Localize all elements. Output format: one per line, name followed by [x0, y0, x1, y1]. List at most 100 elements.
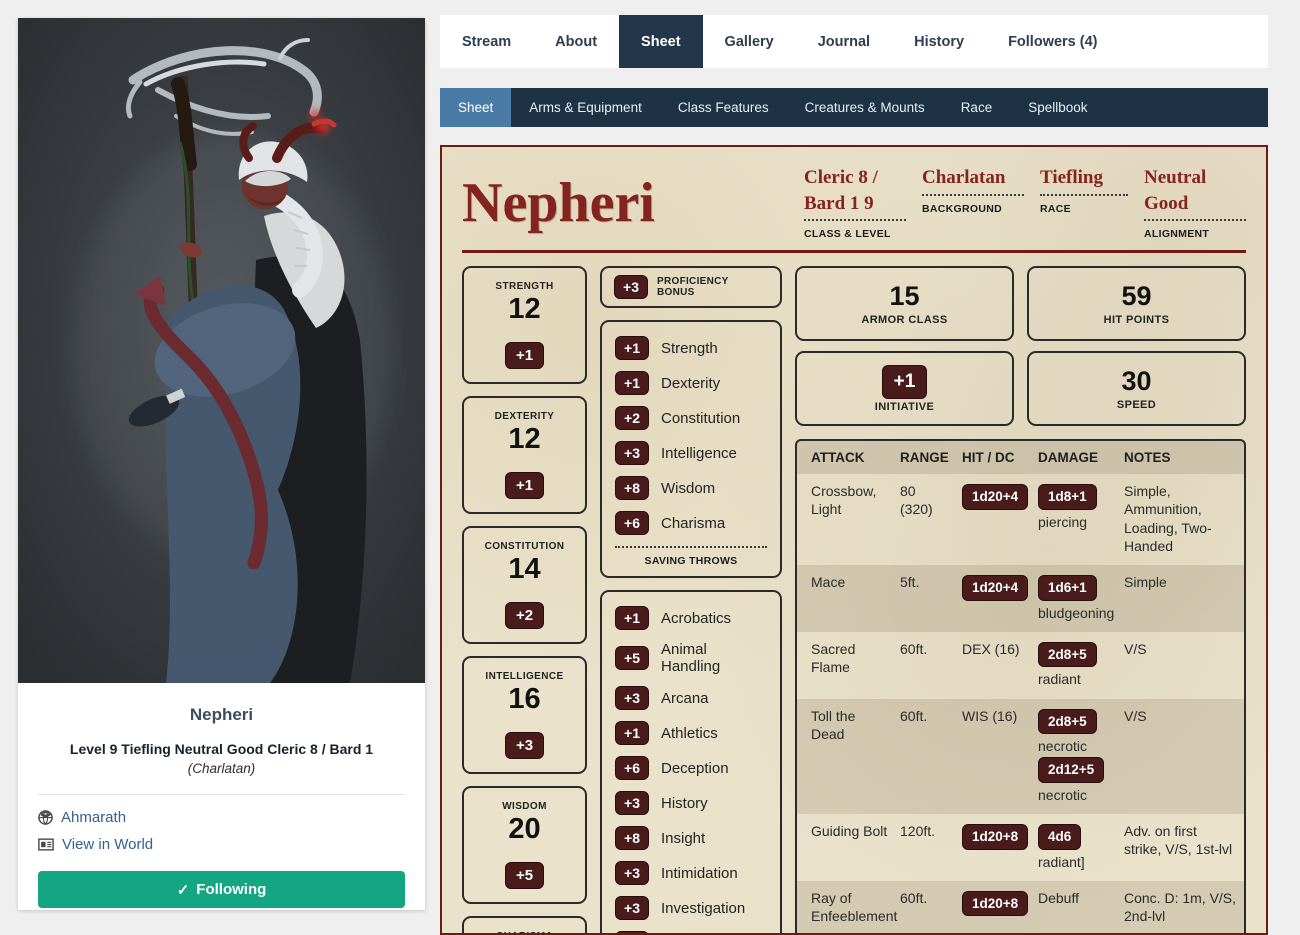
skill-row-deception: +6 Deception [615, 756, 767, 780]
abilities-column: STRENGTH 12 +1 DEXTERITY 12 +1 CONSTITUT… [462, 266, 587, 935]
ability-mod-badge: +1 [505, 342, 544, 369]
world-link-label: Ahmarath [61, 809, 126, 826]
skill-mod-badge: +3 [615, 861, 649, 885]
character-sheet: Nepheri Cleric 8 / Bard 1 9 CLASS & LEVE… [440, 145, 1268, 935]
subtab-race[interactable]: Race [943, 88, 1011, 127]
ability-label: INTELLIGENCE [485, 671, 563, 682]
skill-row-investigation: +3 Investigation [615, 896, 767, 920]
following-button[interactable]: ✓ Following [38, 871, 405, 908]
tab-gallery[interactable]: Gallery [703, 15, 796, 68]
proficiency-label: PROFICIENCY BONUS [657, 276, 768, 298]
view-in-world-link[interactable]: View in World [38, 836, 405, 853]
ability-charisma: CHARISMA [462, 916, 587, 935]
ability-label: STRENGTH [495, 281, 553, 292]
skill-mod-badge: +1 [615, 721, 649, 745]
save-mod-badge: +3 [615, 441, 649, 465]
hit-points-box: 59 HIT POINTS [1027, 266, 1246, 341]
damage-type: radiant [1038, 670, 1112, 688]
attack-name: Crossbow, Light [797, 474, 894, 565]
skills-box: +1 Acrobatics +5 Animal Handling +3 Arca… [600, 590, 782, 935]
skill-name: Animal Handling [661, 641, 767, 675]
subtab-arms-equipment[interactable]: Arms & Equipment [511, 88, 660, 127]
profile-summary: Level 9 Tiefling Neutral Good Cleric 8 /… [38, 741, 405, 757]
subtab-sheet[interactable]: Sheet [440, 88, 511, 127]
hit-points-label: HIT POINTS [1104, 314, 1170, 326]
save-row-strength: +1 Strength [615, 336, 767, 360]
ability-score: 12 [508, 293, 540, 326]
profile-info: Nepheri Level 9 Tiefling Neutral Good Cl… [18, 683, 425, 908]
world-view-icon [38, 838, 54, 851]
ability-score: 16 [508, 683, 540, 716]
save-name: Constitution [661, 410, 740, 427]
tab-sheet[interactable]: Sheet [619, 15, 703, 68]
attack-row-mace: Mace 5ft. 1d20+4 1d6+1 bludgeoning Simpl… [797, 565, 1244, 632]
speed-label: SPEED [1117, 399, 1156, 411]
field-race: Tiefling RACE [1040, 165, 1128, 240]
col-notes: NOTES [1118, 441, 1244, 474]
damage-type: necrotic [1038, 786, 1112, 804]
world-link[interactable]: Ahmarath [38, 809, 405, 826]
alignment-label: ALIGNMENT [1144, 228, 1246, 240]
ability-label: CONSTITUTION [485, 541, 565, 552]
header-rule [462, 250, 1246, 253]
tab-about[interactable]: About [533, 15, 619, 68]
attack-notes: V/S [1118, 632, 1244, 699]
skill-row-animal-handling: +5 Animal Handling [615, 641, 767, 675]
profile-name: Nepheri [38, 705, 405, 725]
damage-type: bludgeoning [1038, 604, 1112, 622]
attack-range: 120ft. [894, 814, 956, 881]
save-row-wisdom: +8 Wisdom [615, 476, 767, 500]
skill-name: Investigation [661, 900, 745, 917]
tab-history[interactable]: History [892, 15, 986, 68]
character-portrait [18, 18, 425, 683]
save-name: Wisdom [661, 480, 715, 497]
proficiency-bonus-box: +3 PROFICIENCY BONUS [600, 266, 782, 308]
skill-mod-badge: +5 [615, 646, 649, 670]
race-value: Tiefling [1040, 165, 1128, 196]
save-name: Charisma [661, 515, 725, 532]
alignment-value: Neutral Good [1144, 165, 1246, 221]
save-mod-badge: +1 [615, 336, 649, 360]
hit-badge: 1d20+8 [962, 891, 1028, 917]
skill-name: History [661, 795, 708, 812]
check-icon: ✓ [177, 881, 190, 899]
skill-mod-badge: +8 [615, 826, 649, 850]
proficiency-badge: +3 [614, 275, 648, 299]
attack-notes: V/S [1118, 699, 1244, 814]
ability-mod-badge: +2 [505, 602, 544, 629]
hit-badge: 1d20+8 [962, 824, 1028, 850]
hit-dc-text: WIS (16) [956, 699, 1032, 814]
attacks-table: ATTACK RANGE HIT / DC DAMAGE NOTES Cross… [797, 441, 1244, 935]
skill-row-athletics: +1 Athletics [615, 721, 767, 745]
skill-mod-badge: +3 [615, 686, 649, 710]
skill-name: Insight [661, 830, 705, 847]
save-row-charisma: +6 Charisma [615, 511, 767, 535]
attack-notes: Conc. D: 1m, V/S, 2nd-lvl [1118, 881, 1244, 935]
tab-stream[interactable]: Stream [440, 15, 533, 68]
skill-name: Arcana [661, 690, 709, 707]
attack-row-sacred-flame: Sacred Flame 60ft. DEX (16) 2d8+5 radian… [797, 632, 1244, 699]
subtab-spellbook[interactable]: Spellbook [1010, 88, 1105, 127]
damage-badge: 4d6 [1038, 824, 1081, 850]
following-label: Following [196, 881, 266, 898]
field-class-level: Cleric 8 / Bard 1 9 CLASS & LEVEL [804, 165, 906, 240]
damage-badge: 1d6+1 [1038, 575, 1097, 601]
sheet-header: Nepheri Cleric 8 / Bard 1 9 CLASS & LEVE… [462, 159, 1246, 240]
attack-name: Guiding Bolt [797, 814, 894, 881]
tab-journal[interactable]: Journal [796, 15, 892, 68]
saving-throws-label: SAVING THROWS [615, 546, 767, 570]
tiefling-portrait-art [18, 18, 425, 683]
attack-range: 60ft. [894, 881, 956, 935]
skill-mod-badge: +5 [615, 931, 649, 935]
skill-row-acrobatics: +1 Acrobatics [615, 606, 767, 630]
tab-followers[interactable]: Followers (4) [986, 15, 1119, 68]
damage-badge: 2d12+5 [1038, 757, 1104, 783]
ability-label: CHARISMA [496, 931, 553, 935]
subtab-creatures-mounts[interactable]: Creatures & Mounts [787, 88, 943, 127]
speed-box: 30 SPEED [1027, 351, 1246, 426]
ability-score: 14 [508, 553, 540, 586]
subtab-class-features[interactable]: Class Features [660, 88, 787, 127]
ability-intelligence: INTELLIGENCE 16 +3 [462, 656, 587, 774]
col-damage: DAMAGE [1032, 441, 1118, 474]
armor-class-value: 15 [889, 282, 919, 312]
